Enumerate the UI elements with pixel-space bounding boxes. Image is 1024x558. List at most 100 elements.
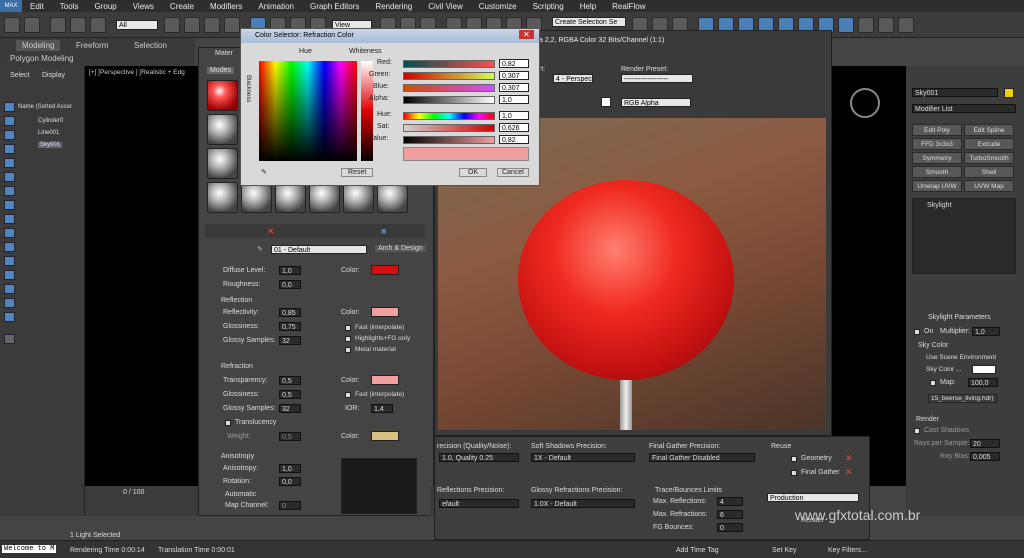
link-icon[interactable] [50,17,66,33]
close-icon[interactable]: ✕ [519,30,534,39]
explorer-tab-select[interactable]: Select [10,72,29,79]
refr-fast-checkbox[interactable] [345,392,351,398]
ray-bias-spinner[interactable]: 0,005 [970,452,1000,461]
channel-spinner[interactable]: 0,626 [499,123,529,132]
modifier-list-dropdown[interactable]: Modifier List [912,104,1016,113]
filter-none-icon[interactable] [4,298,15,308]
refr-color-swatch[interactable] [371,375,399,385]
roughness-spinner[interactable]: 0,0 [279,280,301,289]
show-map-icon[interactable]: ■ [381,226,386,236]
use-scene-env-radio[interactable]: Use Scene Environment [926,354,996,361]
fg-bounces-spinner[interactable]: 0 [717,523,743,532]
channel-slider[interactable] [403,124,495,132]
channel-slider[interactable] [403,112,495,120]
modifier-turbosmooth-button[interactable]: TurboSmooth [964,152,1014,164]
tab-freeform[interactable]: Freeform [76,41,108,50]
channel-spinner[interactable]: 0,307 [499,71,529,80]
filter-lights-icon[interactable] [4,144,15,154]
refr-samples-spinner[interactable]: 32 [279,404,301,413]
modifier-shell-button[interactable]: Shell [964,166,1014,178]
modifier-smooth-button[interactable]: Smooth [912,166,962,178]
rect-selection-icon[interactable] [204,17,220,33]
channel-spinner[interactable]: 0,82 [499,59,529,68]
material-slot[interactable] [377,182,408,213]
app-logo[interactable]: MAX [0,0,22,12]
channel-spinner[interactable]: 0,307 [499,83,529,92]
map-file-button[interactable]: 15_beerse_living.hdr) [928,394,997,403]
clear-geometry-icon[interactable]: ✕ [845,453,853,464]
add-time-tag-button[interactable]: Add Time Tag [676,547,719,554]
render-activeshade-icon[interactable] [878,17,894,33]
unlink-icon[interactable] [70,17,86,33]
soft-shadows-value[interactable]: 1X - Default [531,453,635,462]
translucency-color-swatch[interactable] [371,431,399,441]
refl-glossiness-spinner[interactable]: 0,75 [279,322,301,331]
menu-modifiers[interactable]: Modifiers [202,2,250,11]
material-slot[interactable] [309,182,340,213]
filter-icon[interactable] [4,102,15,112]
background-swatch[interactable] [601,97,611,107]
modifier-symmetry-button[interactable]: Symmetry [912,152,962,164]
filter-invert-icon[interactable] [4,312,15,322]
material-slot-1[interactable] [207,80,238,111]
filter-cameras-icon[interactable] [4,158,15,168]
channel-slider[interactable] [403,136,495,144]
cast-shadows-checkbox[interactable] [914,428,920,434]
channel-slider[interactable] [403,84,495,92]
hue-blackness-palette[interactable] [259,61,357,161]
render-preset-dropdown[interactable]: ------------------- [621,74,693,83]
filter-groups-icon[interactable] [4,200,15,210]
material-slot[interactable] [241,182,272,213]
ribbon-polygon-modeling[interactable]: Polygon Modeling [10,54,74,63]
reuse-final-gather-checkbox[interactable] [791,470,797,476]
menu-create[interactable]: Create [162,2,202,11]
named-selection-dropdown[interactable]: Create Selection Se [552,17,626,27]
channel-spinner[interactable]: 1,0 [499,111,529,120]
delete-icon[interactable]: ✕ [267,226,275,237]
refl-color-swatch[interactable] [371,307,399,317]
material-slot[interactable] [207,148,238,179]
modifier-edit-spline-button[interactable]: Edit Spline [964,124,1014,136]
modifier-unwrap-uvw-button[interactable]: Unwrap UVW [912,180,962,192]
sky-color-radio[interactable]: Sky Color ... [926,366,961,373]
ok-button[interactable]: OK [459,168,488,177]
rays-per-sample-spinner[interactable]: 20 [970,439,1000,448]
list-item[interactable]: Sky001 [38,142,63,148]
bind-spacewarp-icon[interactable] [90,17,106,33]
viewcube-icon[interactable] [850,88,880,118]
window-crossing-icon[interactable] [224,17,240,33]
menu-tools[interactable]: Tools [52,2,87,11]
diffuse-color-swatch[interactable] [371,265,399,275]
object-name-field[interactable]: Sky001 [912,88,998,97]
teapot-render-icon[interactable] [858,17,874,33]
menu-civil-view[interactable]: Civil View [420,2,471,11]
render-iterative-icon[interactable] [838,17,854,33]
reflectivity-spinner[interactable]: 0,85 [279,308,301,317]
list-item[interactable]: Cylinder0 [38,118,63,124]
refl-precision-value[interactable]: efault [439,499,519,508]
modifier-ffd-button[interactable]: FFD 3x3x3 [912,138,962,150]
channel-slider[interactable] [403,60,495,68]
set-key-button[interactable]: Set Key [772,547,797,554]
fg-precision-value[interactable]: Final Gather Disabled [649,453,755,462]
material-slot[interactable] [207,114,238,145]
channel-spinner[interactable]: 1,0 [499,95,529,104]
refl-fast-checkbox[interactable] [345,325,351,331]
sky-color-swatch[interactable] [972,365,996,374]
max-refr-spinner[interactable]: 6 [717,510,743,519]
material-slot[interactable] [343,182,374,213]
map-checkbox[interactable] [930,380,936,386]
menu-customize[interactable]: Customize [471,2,525,11]
stack-item-skylight[interactable]: Skylight [927,202,952,209]
filter-containers-icon[interactable] [4,242,15,252]
filter-shapes-icon[interactable] [4,130,15,140]
multiplier-spinner[interactable]: 1,0 [972,327,1000,336]
tab-selection[interactable]: Selection [134,41,167,50]
tab-modeling[interactable]: Modeling [16,40,61,51]
filter-frozen-icon[interactable] [4,256,15,266]
list-item[interactable]: Line001 [38,130,59,136]
automatic-radio[interactable]: Automatic [225,491,256,498]
undo-icon[interactable] [4,17,20,33]
material-type-button[interactable]: Arch & Design [375,245,426,252]
menu-group[interactable]: Group [86,2,124,11]
